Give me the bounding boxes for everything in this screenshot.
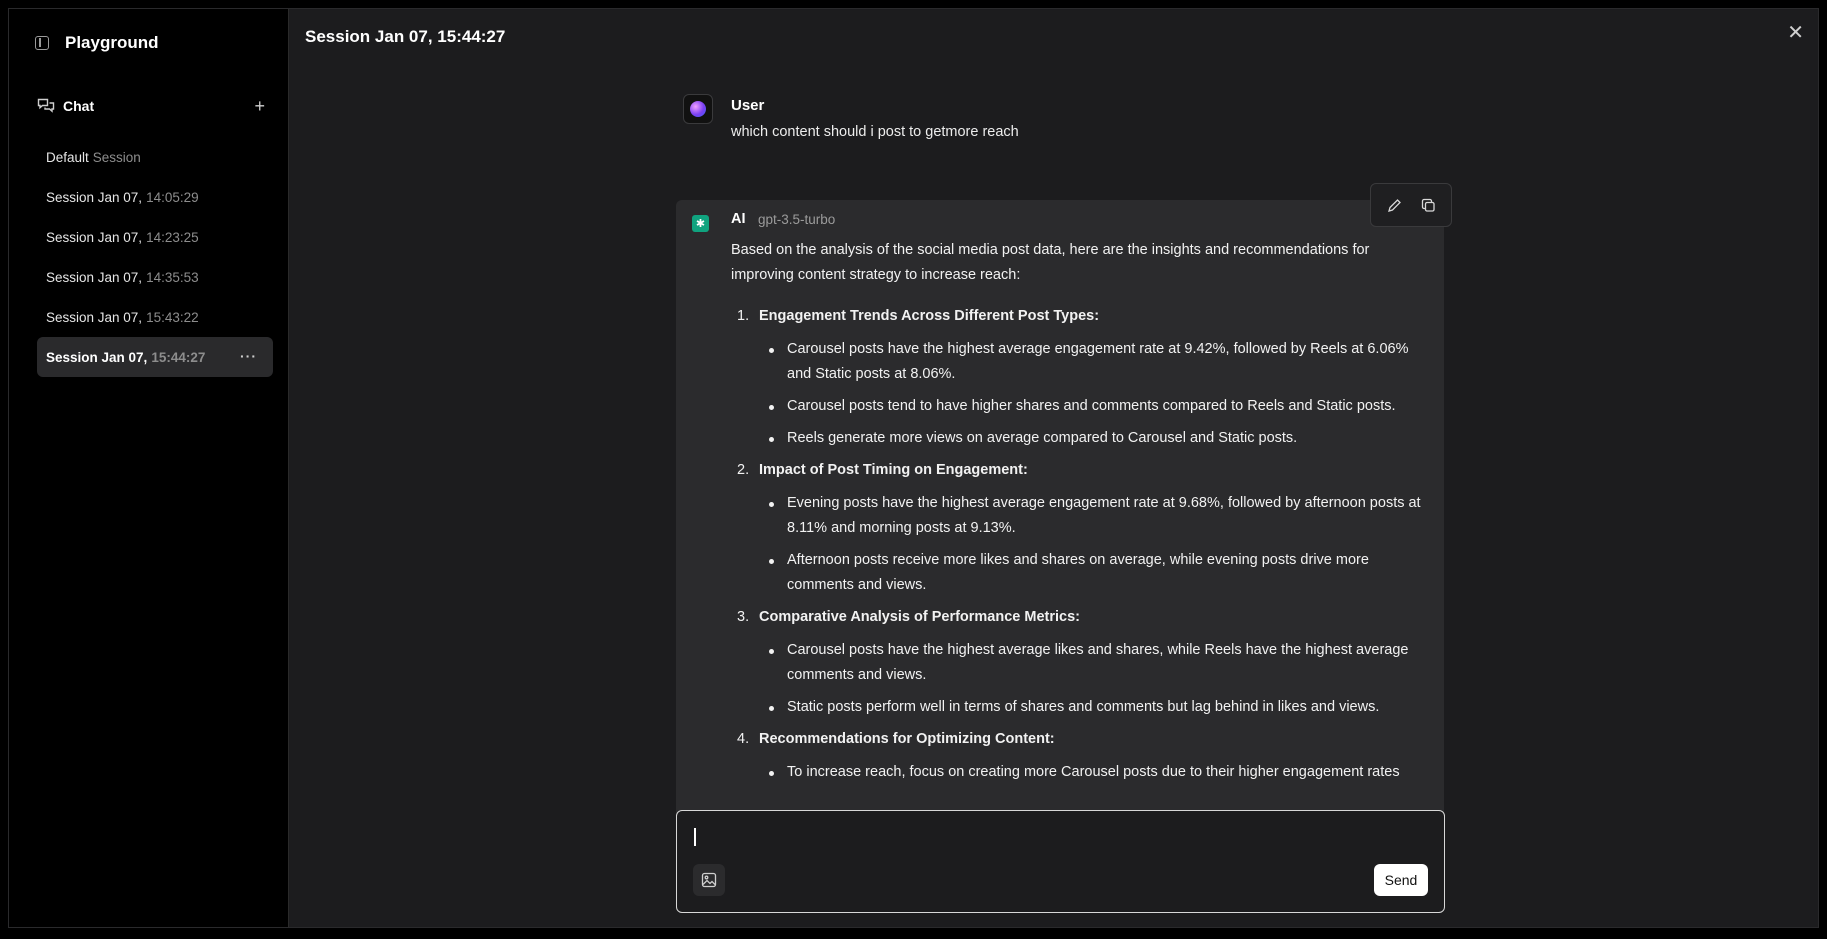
list-item: 3. Comparative Analysis of Performance M…	[731, 605, 1431, 720]
session-time: 14:23:25	[146, 229, 199, 245]
list-item: 2. Impact of Post Timing on Engagement: …	[731, 458, 1431, 598]
new-session-button[interactable]: +	[254, 97, 265, 115]
session-time: 15:43:22	[146, 309, 199, 325]
bullet-item: To increase reach, focus on creating mor…	[759, 760, 1431, 785]
page-title: Session Jan 07, 15:44:27	[305, 27, 506, 46]
bullet-item: Carousel posts tend to have higher share…	[759, 394, 1431, 419]
bullet-item: Evening posts have the highest average e…	[759, 491, 1431, 541]
bullet-list: Evening posts have the highest average e…	[759, 491, 1431, 598]
insight-list: 1. Engagement Trends Across Different Po…	[731, 304, 1431, 785]
session-item[interactable]: Session Jan 07, 14:35:53	[37, 257, 273, 297]
bullet-item: Static posts perform well in terms of sh…	[759, 695, 1431, 720]
ai-message: ✱ AI gpt-3.5-turbo Based on the analysis…	[676, 200, 1444, 820]
openai-logo-icon: ✱	[692, 215, 709, 232]
chat-label: Chat	[63, 98, 95, 114]
message-actions	[1370, 183, 1452, 227]
section-heading: Comparative Analysis of Performance Metr…	[759, 609, 1080, 625]
bullet-item: Reels generate more views on average com…	[759, 426, 1431, 451]
user-avatar	[683, 94, 713, 124]
session-name: Session Jan 07,	[46, 189, 143, 205]
message-composer: Send	[676, 810, 1445, 913]
section-heading: Engagement Trends Across Different Post …	[759, 308, 1100, 324]
bullet-list: To increase reach, focus on creating mor…	[759, 760, 1431, 785]
list-number: 3.	[737, 609, 750, 625]
user-message-text: which content should i post to getmore r…	[731, 124, 1019, 140]
session-name: Session Jan 07,	[46, 309, 143, 325]
session-time: 14:35:53	[146, 269, 199, 285]
bullet-list: Carousel posts have the highest average …	[759, 638, 1431, 720]
session-time: 14:05:29	[146, 189, 199, 205]
sidebar-header: Playground	[35, 33, 159, 53]
bullet-item: Afternoon posts receive more likes and s…	[759, 548, 1431, 598]
image-icon	[701, 872, 717, 888]
bullet-list: Carousel posts have the highest average …	[759, 337, 1431, 451]
message-input[interactable]	[699, 823, 1399, 851]
attach-image-button[interactable]	[693, 864, 725, 896]
close-button[interactable]: ✕	[1787, 20, 1804, 45]
sidebar-toggle-icon[interactable]	[35, 36, 49, 50]
session-time: 15:44:27	[151, 349, 206, 365]
ai-name: AI	[731, 211, 746, 227]
session-time: Session	[92, 149, 141, 165]
session-more-button[interactable]: ···	[240, 348, 257, 364]
session-item[interactable]: Session Jan 07, 15:43:22	[37, 297, 273, 337]
playground-window: Playground Chat + Default Session Sessio…	[8, 8, 1819, 928]
section-heading: Recommendations for Optimizing Content:	[759, 731, 1055, 747]
copy-icon[interactable]	[1415, 192, 1441, 218]
chat-bubbles-icon	[37, 98, 55, 114]
session-name: Session Jan 07,	[46, 349, 148, 365]
session-item-active[interactable]: Session Jan 07, 15:44:27 ···	[37, 337, 273, 377]
edit-icon[interactable]	[1381, 192, 1407, 218]
session-item[interactable]: Default Session	[37, 137, 273, 177]
main-panel: Session Jan 07, 15:44:27 ✕ User which co…	[290, 9, 1818, 927]
list-number: 2.	[737, 462, 750, 478]
list-item: 4. Recommendations for Optimizing Conten…	[731, 727, 1431, 785]
session-item[interactable]: Session Jan 07, 14:23:25	[37, 217, 273, 257]
session-name: Session Jan 07,	[46, 269, 143, 285]
ai-message-body: Based on the analysis of the social medi…	[731, 238, 1431, 792]
ai-intro: Based on the analysis of the social medi…	[731, 242, 1370, 283]
text-caret	[694, 828, 696, 846]
chat-section-header: Chat +	[37, 97, 265, 115]
sidebar: Playground Chat + Default Session Sessio…	[9, 9, 289, 927]
send-button[interactable]: Send	[1374, 864, 1428, 896]
app-title: Playground	[65, 33, 159, 52]
list-item: 1. Engagement Trends Across Different Po…	[731, 304, 1431, 451]
session-list: Default Session Session Jan 07, 14:05:29…	[37, 137, 273, 377]
section-heading: Impact of Post Timing on Engagement:	[759, 462, 1028, 478]
bullet-item: Carousel posts have the highest average …	[759, 638, 1431, 688]
model-name: gpt-3.5-turbo	[758, 212, 836, 227]
session-name: Default	[46, 149, 89, 165]
avatar-icon	[690, 101, 706, 117]
session-name: Session Jan 07,	[46, 229, 143, 245]
bullet-item: Carousel posts have the highest average …	[759, 337, 1431, 387]
list-number: 1.	[737, 308, 750, 324]
session-item[interactable]: Session Jan 07, 14:05:29	[37, 177, 273, 217]
list-number: 4.	[737, 731, 750, 747]
user-name: User	[731, 97, 765, 114]
